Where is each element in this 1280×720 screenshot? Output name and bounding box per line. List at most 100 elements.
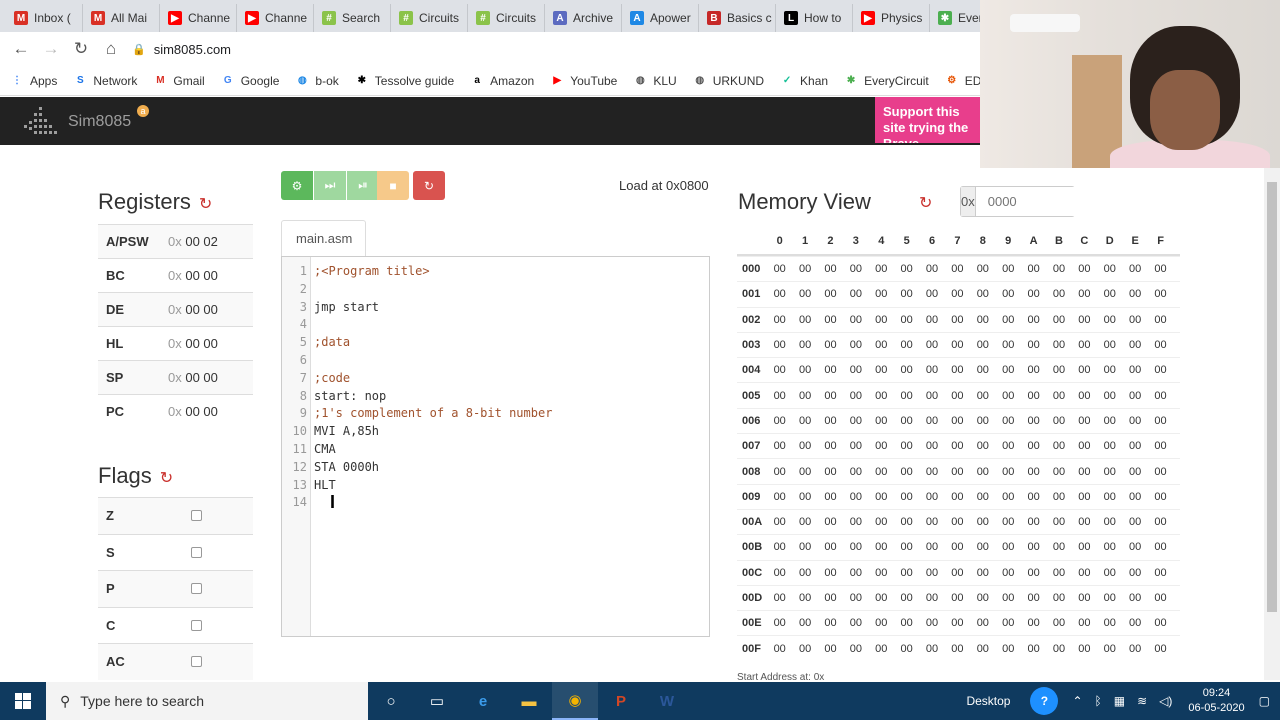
memory-cell[interactable]: 00 [970, 288, 995, 300]
cortana-icon[interactable]: ○ [368, 682, 414, 720]
memory-cell[interactable]: 00 [945, 541, 970, 553]
sim8085-logo-icon[interactable] [22, 105, 58, 137]
browser-tab[interactable]: A Archive [545, 4, 622, 32]
memory-cell[interactable]: 00 [996, 440, 1021, 452]
memory-cell[interactable]: 00 [1021, 390, 1046, 402]
code-line[interactable]: ;1's complement of a 8-bit number [314, 404, 552, 422]
memory-cell[interactable]: 00 [1072, 491, 1097, 503]
memory-cell[interactable]: 00 [767, 541, 792, 553]
memory-cell[interactable]: 00 [792, 415, 817, 427]
memory-cell[interactable]: 00 [894, 339, 919, 351]
browser-tab[interactable]: M Inbox ( [6, 4, 83, 32]
memory-cell[interactable]: 00 [919, 516, 944, 528]
memory-cell[interactable]: 00 [1021, 617, 1046, 629]
memory-cell[interactable]: 00 [1021, 541, 1046, 553]
register-value[interactable]: 0x 00 02 [168, 234, 218, 249]
memory-cell[interactable]: 00 [1046, 592, 1071, 604]
memory-cell[interactable]: 00 [1122, 390, 1147, 402]
browser-tab[interactable]: B Basics c [699, 4, 776, 32]
task-view-icon[interactable]: ▭ [414, 682, 460, 720]
browser-tab[interactable]: # Circuits [468, 4, 545, 32]
memory-cell[interactable]: 00 [869, 491, 894, 503]
app-brand[interactable]: Sim8085 [68, 113, 131, 131]
memory-cell[interactable]: 00 [792, 314, 817, 326]
memory-cell[interactable]: 00 [919, 466, 944, 478]
memory-cell[interactable]: 00 [1046, 643, 1071, 655]
memory-cell[interactable]: 00 [919, 617, 944, 629]
memory-cell[interactable]: 00 [843, 592, 868, 604]
memory-cell[interactable]: 00 [869, 314, 894, 326]
chrome-icon[interactable]: ◉ [552, 682, 598, 720]
memory-cell[interactable]: 00 [1122, 541, 1147, 553]
memory-cell[interactable]: 00 [1122, 415, 1147, 427]
reload-icon[interactable]: ↻ [66, 39, 96, 59]
network-icon[interactable]: ▦ [1114, 694, 1125, 708]
clock[interactable]: 09:24 06-05-2020 [1188, 686, 1244, 716]
memory-cell[interactable]: 00 [1097, 567, 1122, 579]
memory-cell[interactable]: 00 [1122, 364, 1147, 376]
step-button[interactable]: ⏯ [347, 171, 379, 200]
flag-checkbox[interactable] [191, 656, 202, 668]
memory-cell[interactable]: 00 [1122, 516, 1147, 528]
browser-tab[interactable]: A Apower [622, 4, 699, 32]
home-icon[interactable]: ⌂ [96, 39, 126, 59]
memory-cell[interactable]: 00 [1046, 466, 1071, 478]
memory-cell[interactable]: 00 [869, 288, 894, 300]
memory-cell[interactable]: 00 [1021, 466, 1046, 478]
windows-start-icon[interactable] [0, 682, 46, 720]
memory-cell[interactable]: 00 [869, 592, 894, 604]
memory-cell[interactable]: 00 [1122, 440, 1147, 452]
memory-cell[interactable]: 00 [1072, 643, 1097, 655]
memory-cell[interactable]: 00 [919, 263, 944, 275]
memory-cell[interactable]: 00 [970, 415, 995, 427]
code-line[interactable]: ;code [314, 369, 350, 387]
memory-cell[interactable]: 00 [1021, 440, 1046, 452]
bookmark-item[interactable]: ▶ YouTube [550, 74, 617, 88]
memory-cell[interactable]: 00 [919, 643, 944, 655]
memory-cell[interactable]: 00 [843, 567, 868, 579]
memory-cell[interactable]: 00 [894, 567, 919, 579]
memory-cell[interactable]: 00 [1122, 288, 1147, 300]
memory-cell[interactable]: 00 [818, 466, 843, 478]
scroll-thumb[interactable] [1267, 182, 1277, 612]
memory-cell[interactable]: 00 [843, 288, 868, 300]
memory-cell[interactable]: 00 [919, 415, 944, 427]
memory-cell[interactable]: 00 [1072, 263, 1097, 275]
memory-cell[interactable]: 00 [919, 339, 944, 351]
reset-button[interactable]: ↻ [413, 171, 445, 200]
memory-cell[interactable]: 00 [1046, 390, 1071, 402]
memory-cell[interactable]: 00 [996, 516, 1021, 528]
memory-cell[interactable]: 00 [1072, 440, 1097, 452]
memory-cell[interactable]: 00 [1046, 541, 1071, 553]
memory-cell[interactable]: 00 [894, 491, 919, 503]
register-value[interactable]: 0x 00 00 [168, 404, 218, 419]
memory-cell[interactable]: 00 [996, 567, 1021, 579]
help-icon[interactable]: ? [1030, 687, 1059, 715]
memory-cell[interactable]: 00 [869, 440, 894, 452]
memory-cell[interactable]: 00 [1148, 440, 1173, 452]
memory-cell[interactable]: 00 [996, 592, 1021, 604]
memory-cell[interactable]: 00 [818, 516, 843, 528]
memory-cell[interactable]: 00 [945, 491, 970, 503]
memory-cell[interactable]: 00 [869, 466, 894, 478]
memory-cell[interactable]: 00 [996, 364, 1021, 376]
memory-cell[interactable]: 00 [1021, 567, 1046, 579]
memory-cell[interactable]: 00 [818, 415, 843, 427]
memory-cell[interactable]: 00 [1122, 567, 1147, 579]
memory-cell[interactable]: 00 [1072, 288, 1097, 300]
memory-cell[interactable]: 00 [996, 491, 1021, 503]
memory-cell[interactable]: 00 [1122, 617, 1147, 629]
memory-cell[interactable]: 00 [945, 516, 970, 528]
register-value[interactable]: 0x 00 00 [168, 336, 218, 351]
memory-cell[interactable]: 00 [945, 592, 970, 604]
memory-cell[interactable]: 00 [919, 567, 944, 579]
memory-cell[interactable]: 00 [996, 390, 1021, 402]
memory-cell[interactable]: 00 [1097, 440, 1122, 452]
memory-cell[interactable]: 00 [894, 364, 919, 376]
forward-arrow-icon[interactable]: → [36, 39, 66, 59]
memory-cell[interactable]: 00 [767, 339, 792, 351]
memory-cell[interactable]: 00 [919, 364, 944, 376]
memory-cell[interactable]: 00 [843, 263, 868, 275]
memory-cell[interactable]: 00 [767, 288, 792, 300]
notifications-icon[interactable]: ▢ [1259, 694, 1270, 708]
